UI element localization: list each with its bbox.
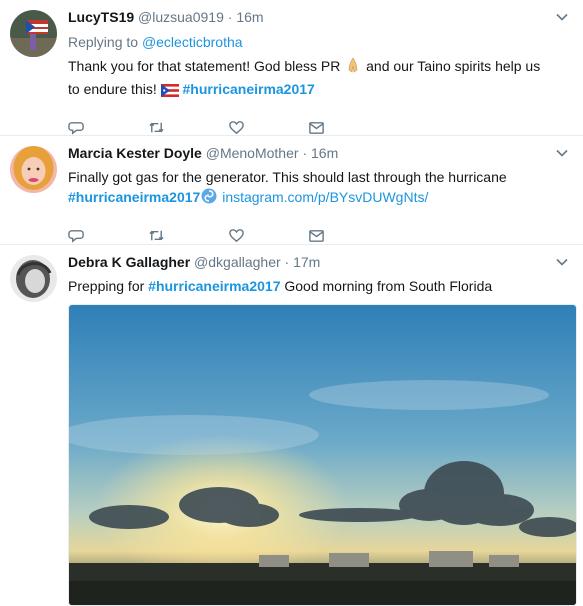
heart-icon bbox=[229, 120, 244, 134]
author-handle[interactable]: @dkgallagher bbox=[194, 254, 281, 270]
tweet-text: Thank you for that statement! God bless … bbox=[68, 56, 543, 102]
tweet-header: LucyTS19 @luzsua0919 · 16m bbox=[68, 8, 543, 27]
envelope-icon bbox=[309, 121, 324, 134]
separator: · bbox=[302, 145, 308, 161]
reply-button[interactable] bbox=[68, 225, 148, 245]
tweet-photo[interactable] bbox=[68, 304, 577, 606]
tweet-text-part: Finally got gas for the generator. This … bbox=[68, 169, 507, 185]
replying-prefix: Replying to bbox=[68, 34, 139, 50]
heart-icon bbox=[229, 228, 244, 242]
hashtag-link[interactable]: #hurricaneirma2017 bbox=[148, 278, 280, 294]
retweet-button[interactable] bbox=[148, 117, 228, 137]
separator: · bbox=[284, 254, 290, 270]
like-button[interactable] bbox=[228, 225, 308, 245]
cyclone-emoji bbox=[200, 187, 218, 210]
tweet-text-part: Thank you for that statement! God bless … bbox=[68, 58, 341, 74]
tweet-text-part: Prepping for bbox=[68, 278, 145, 294]
reply-icon bbox=[68, 121, 84, 135]
chevron-down-icon[interactable] bbox=[555, 10, 569, 24]
tweet-header: Debra K Gallagher @dkgallagher · 17m bbox=[68, 253, 576, 272]
tweet-header: Marcia Kester Doyle @MenoMother · 16m bbox=[68, 144, 543, 163]
author-handle[interactable]: @MenoMother bbox=[206, 145, 299, 161]
instagram-link[interactable]: instagram.com/p/BYsvDUWgNts/ bbox=[222, 189, 428, 205]
tweet-text-part: Good morning from South Florida bbox=[284, 278, 493, 294]
timestamp[interactable]: 17m bbox=[293, 254, 320, 270]
retweet-icon bbox=[149, 122, 164, 132]
tweet[interactable]: Debra K Gallagher @dkgallagher · 17m Pre… bbox=[0, 245, 583, 606]
dm-button[interactable] bbox=[308, 117, 388, 137]
dm-button[interactable] bbox=[308, 225, 388, 245]
hashtag-link[interactable]: #hurricaneirma2017 bbox=[183, 81, 315, 97]
tweet-text: Prepping for #hurricaneirma2017 Good mor… bbox=[68, 276, 576, 296]
sunrise-photo bbox=[69, 305, 576, 605]
separator: · bbox=[227, 9, 233, 25]
author-name[interactable]: LucyTS19 bbox=[68, 9, 134, 25]
tweet[interactable]: LucyTS19 @luzsua0919 · 16m Replying to @… bbox=[0, 0, 583, 136]
reply-icon bbox=[68, 229, 84, 243]
author-name[interactable]: Marcia Kester Doyle bbox=[68, 145, 202, 161]
praying-hands-emoji bbox=[344, 56, 362, 79]
avatar[interactable] bbox=[10, 10, 57, 57]
retweet-icon bbox=[149, 230, 164, 240]
like-button[interactable] bbox=[228, 117, 308, 137]
timestamp[interactable]: 16m bbox=[311, 145, 338, 161]
puerto-rico-flag-emoji bbox=[160, 82, 179, 102]
avatar[interactable] bbox=[10, 146, 57, 193]
replying-to: Replying to @eclecticbrotha bbox=[68, 33, 543, 52]
chevron-down-icon[interactable] bbox=[555, 146, 569, 160]
envelope-icon bbox=[309, 229, 324, 242]
tweet[interactable]: Marcia Kester Doyle @MenoMother · 16m Fi… bbox=[0, 136, 583, 245]
chevron-down-icon[interactable] bbox=[555, 255, 569, 269]
avatar[interactable] bbox=[10, 255, 57, 302]
timestamp[interactable]: 16m bbox=[236, 9, 263, 25]
author-name[interactable]: Debra K Gallagher bbox=[68, 254, 190, 270]
reply-button[interactable] bbox=[68, 117, 148, 137]
hashtag-link[interactable]: #hurricaneirma2017 bbox=[68, 189, 200, 205]
retweet-button[interactable] bbox=[148, 225, 228, 245]
author-handle[interactable]: @luzsua0919 bbox=[138, 9, 224, 25]
tweet-text: Finally got gas for the generator. This … bbox=[68, 167, 543, 210]
replying-handle-link[interactable]: @eclecticbrotha bbox=[142, 34, 243, 50]
